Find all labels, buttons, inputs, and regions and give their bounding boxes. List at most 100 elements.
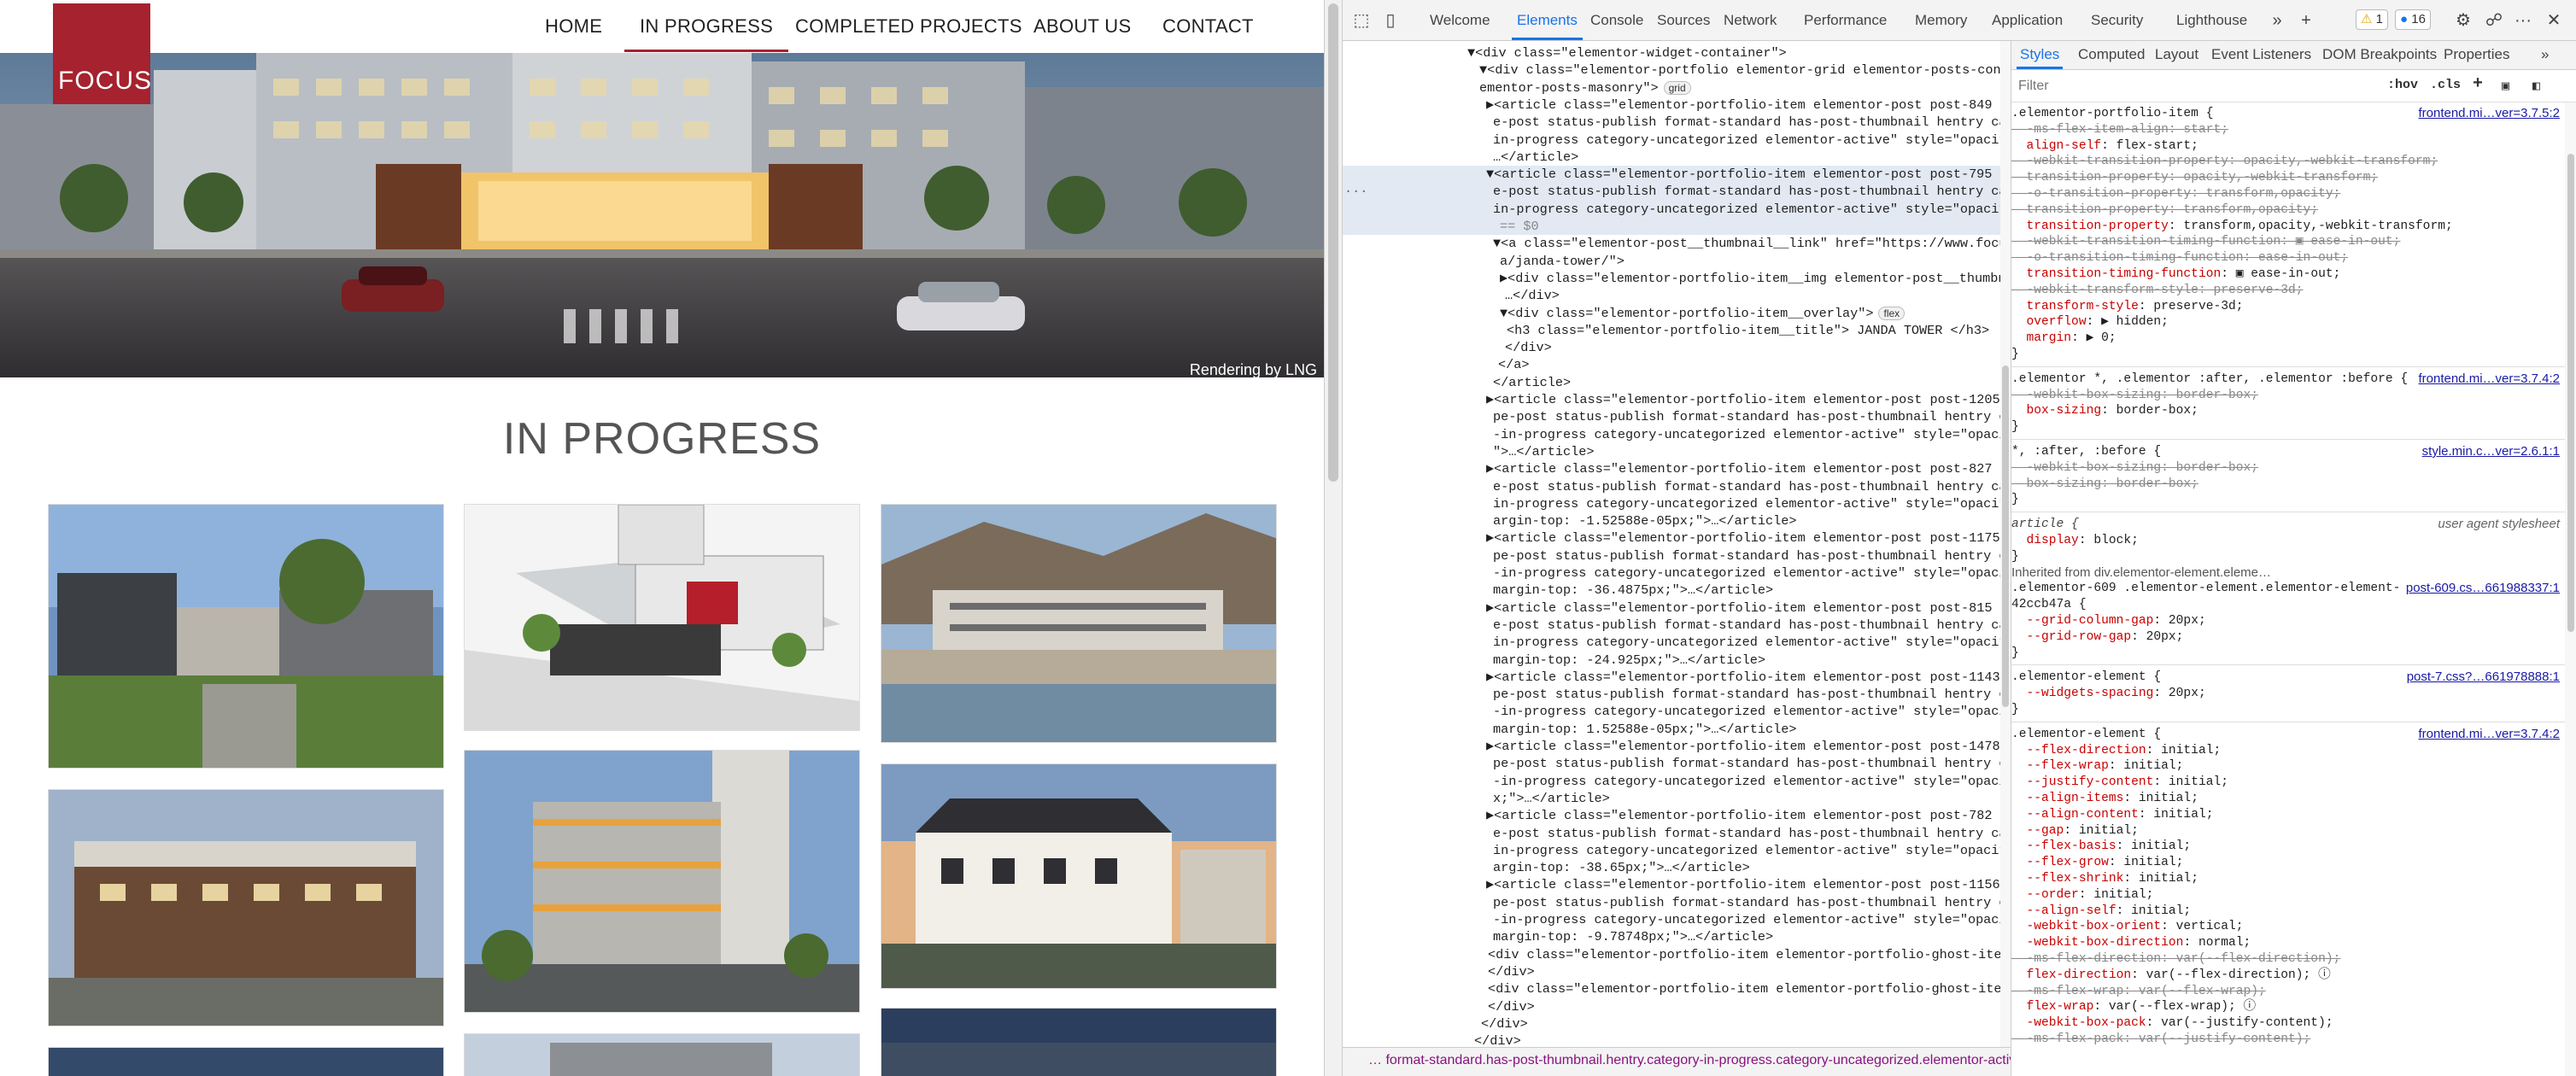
css-declaration-overridden[interactable]: -webkit-box-sizing: border-box; (2011, 388, 2565, 404)
property-value[interactable]: : 20px; (2153, 687, 2205, 700)
issues-badge[interactable]: ● 16 (2395, 9, 2431, 30)
property-name[interactable]: --grid-row-gap (2011, 630, 2132, 644)
dom-node-line[interactable]: argin-top: -38.65px;">…</article> (1493, 859, 1750, 876)
css-declaration-overridden[interactable]: -webkit-transition-timing-function: ▣ ea… (2011, 234, 2565, 250)
elements-scrollbar[interactable] (2000, 41, 2011, 1056)
property-name[interactable]: --justify-content (2011, 775, 2154, 789)
dom-node-line[interactable]: </a> (1498, 356, 1529, 373)
property-value[interactable]: : ease-in-out; (2244, 251, 2349, 265)
dom-node-line[interactable]: pe-post status-publish format-standard h… (1493, 755, 2009, 772)
property-value[interactable]: : border-box; (2161, 389, 2258, 402)
property-name[interactable]: transition-property (2011, 171, 2169, 184)
css-declaration[interactable]: --flex-basis: initial; (2011, 839, 2565, 855)
property-name[interactable]: display (2011, 534, 2079, 547)
dom-node-line[interactable]: pe-post status-publish format-standard h… (1493, 686, 2009, 703)
tab-welcome[interactable]: Welcome (1430, 12, 1490, 29)
add-tab-icon[interactable]: + (2296, 10, 2316, 31)
dom-node-line[interactable]: margin-top: -9.78748px;">…</article> (1493, 928, 1773, 945)
customize-menu-icon[interactable]: ··· (2513, 10, 2533, 31)
tab-application[interactable]: Application (1992, 12, 2063, 29)
class-toggle[interactable]: .cls (2430, 78, 2461, 92)
css-declaration-overridden[interactable]: -webkit-transform-style: preserve-3d; (2011, 283, 2565, 299)
stylesheet-source-link[interactable]: post-609.cs…661988337:1 (2406, 581, 2560, 597)
website-viewport[interactable]: HOME IN PROGRESS COMPLETED PROJECTS ABOU… (0, 0, 1324, 1076)
css-selector[interactable]: .elementor-element {post-7.css?…66197888… (2011, 670, 2565, 686)
property-value[interactable]: : transform,opacity,-webkit-transform; (2169, 219, 2453, 233)
portfolio-item[interactable] (48, 789, 444, 1026)
property-value[interactable]: : vertical; (2161, 920, 2243, 933)
property-name[interactable]: transition-property (2011, 219, 2169, 233)
dom-node-line[interactable]: e-post status-publish format-standard ha… (1493, 617, 2009, 634)
settings-gear-icon[interactable]: ⚙ (2453, 10, 2474, 31)
dom-node-line[interactable]: x;">…</article> (1493, 790, 1610, 807)
dom-node-line[interactable]: ▼<div class="elementor-portfolio-item__o… (1500, 305, 1906, 322)
hover-state-toggle[interactable]: :hov (2387, 78, 2418, 92)
tab-dom-breakpoints[interactable]: DOM Breakpoints (2322, 46, 2437, 63)
stylesheet-source-link[interactable]: frontend.mi…ver=3.7.4:2 (2418, 371, 2560, 388)
layout-badge[interactable]: grid (1663, 80, 1691, 95)
property-value[interactable]: : initial; (2123, 792, 2198, 805)
property-value[interactable]: : initial; (2109, 759, 2184, 773)
css-declaration[interactable]: flex-direction: var(--flex-direction); ⓘ (2011, 968, 2565, 984)
dom-node-line[interactable]: </div> (1488, 963, 1535, 980)
dom-node-line[interactable]: == $0 (1500, 218, 1539, 235)
property-name[interactable]: --flex-wrap (2011, 759, 2109, 773)
property-value[interactable]: : var(--flex-direction); (2161, 952, 2340, 966)
css-selector[interactable]: .elementor-609 .elementor-element.elemen… (2011, 581, 2565, 597)
tab-event-listeners[interactable]: Event Listeners (2211, 46, 2311, 63)
stylesheet-source-link[interactable]: style.min.c…ver=2.6.1:1 (2422, 444, 2560, 460)
dom-node-line[interactable]: ▶<article class="elementor-portfolio-ite… (1486, 529, 2009, 547)
tab-console[interactable]: Console (1590, 12, 1643, 29)
property-name[interactable]: --grid-column-gap (2011, 614, 2154, 628)
dom-node-line[interactable]: ementor-posts-masonry"> grid (1479, 79, 1691, 96)
styles-filter-input[interactable] (2018, 75, 2368, 97)
property-name[interactable]: box-sizing (2011, 477, 2102, 491)
property-name[interactable]: transition-timing-function (2011, 267, 2222, 281)
stylesheet-source-link[interactable]: post-7.css?…661978888:1 (2407, 670, 2560, 686)
node-options-icon[interactable]: ··· (1344, 183, 1367, 200)
css-selector[interactable]: .elementor-element {frontend.mi…ver=3.7.… (2011, 727, 2565, 743)
property-name[interactable]: --align-items (2011, 792, 2124, 805)
dom-node-line[interactable]: pe-post status-publish format-standard h… (1493, 547, 2009, 564)
dom-node-line[interactable]: -in-progress category-uncategorized elem… (1493, 426, 2009, 443)
css-declaration-overridden[interactable]: -o-transition-property: transform,opacit… (2011, 186, 2565, 202)
tab-security[interactable]: Security (2091, 12, 2143, 29)
css-declaration[interactable]: flex-wrap: var(--flex-wrap); ⓘ (2011, 999, 2565, 1015)
property-value[interactable]: : initial; (2153, 775, 2228, 789)
css-selector[interactable]: article {user agent stylesheet (2011, 517, 2565, 533)
property-name[interactable]: --flex-shrink (2011, 872, 2124, 886)
property-name[interactable]: -webkit-box-sizing (2011, 461, 2162, 475)
dom-node-line[interactable]: ▶<article class="elementor-portfolio-ite… (1486, 460, 2009, 477)
portfolio-item[interactable] (464, 1033, 860, 1076)
css-declaration[interactable]: align-self: flex-start; (2011, 138, 2565, 155)
css-selector[interactable]: .elementor-portfolio-item {frontend.mi…v… (2011, 106, 2565, 122)
property-value[interactable]: : start; (2169, 123, 2228, 137)
css-rules-list[interactable]: .elementor-portfolio-item {frontend.mi…v… (2011, 102, 2565, 1076)
css-declaration-overridden[interactable]: -ms-flex-wrap: var(--flex-wrap); (2011, 984, 2565, 1000)
dom-node-line[interactable]: ▼<a class="elementor-post__thumbnail__li… (1493, 235, 2009, 252)
dom-node-line[interactable]: </div> (1488, 998, 1535, 1015)
dom-node-line[interactable]: margin-top: -24.925px;">…</article> (1493, 652, 1765, 669)
dom-node-line[interactable]: pe-post status-publish format-standard h… (1493, 894, 2009, 911)
dom-node-line[interactable]: argin-top: -1.52588e-05px;">…</article> (1493, 512, 1796, 529)
property-value[interactable]: : 20px; (2131, 630, 2183, 644)
property-name[interactable]: -webkit-transition-property (2011, 155, 2228, 168)
property-name[interactable]: transition-property (2011, 203, 2169, 217)
css-selector[interactable]: 42ccb47a { (2011, 597, 2565, 613)
property-name[interactable]: -ms-flex-wrap (2011, 985, 2124, 998)
dom-node-line[interactable]: ▼<article class="elementor-portfolio-ite… (1486, 166, 2009, 183)
property-value[interactable]: : border-box; (2101, 477, 2198, 491)
portfolio-item[interactable] (881, 763, 1277, 989)
dom-node-line[interactable]: ▶<article class="elementor-portfolio-ite… (1486, 876, 2009, 893)
dom-node-line[interactable]: ">…</article> (1493, 443, 1594, 460)
portfolio-item[interactable] (464, 750, 860, 1013)
dom-node-line[interactable]: e-post status-publish format-standard ha… (1493, 183, 2009, 200)
elements-tree[interactable]: ▼<div class="elementor-widget-container"… (1343, 41, 2009, 1056)
nav-in-progress[interactable]: IN PROGRESS (624, 15, 789, 52)
property-name[interactable]: transform-style (2011, 300, 2139, 313)
dom-node-line[interactable]: margin-top: 1.52588e-05px;">…</article> (1493, 721, 1796, 738)
property-value[interactable]: : ▶ 0; (2071, 331, 2116, 345)
property-value[interactable]: : initial; (2064, 824, 2139, 838)
css-declaration[interactable]: -webkit-box-direction: normal; (2011, 935, 2565, 951)
dom-node-line[interactable]: margin-top: -36.4875px;">…</article> (1493, 582, 1773, 599)
